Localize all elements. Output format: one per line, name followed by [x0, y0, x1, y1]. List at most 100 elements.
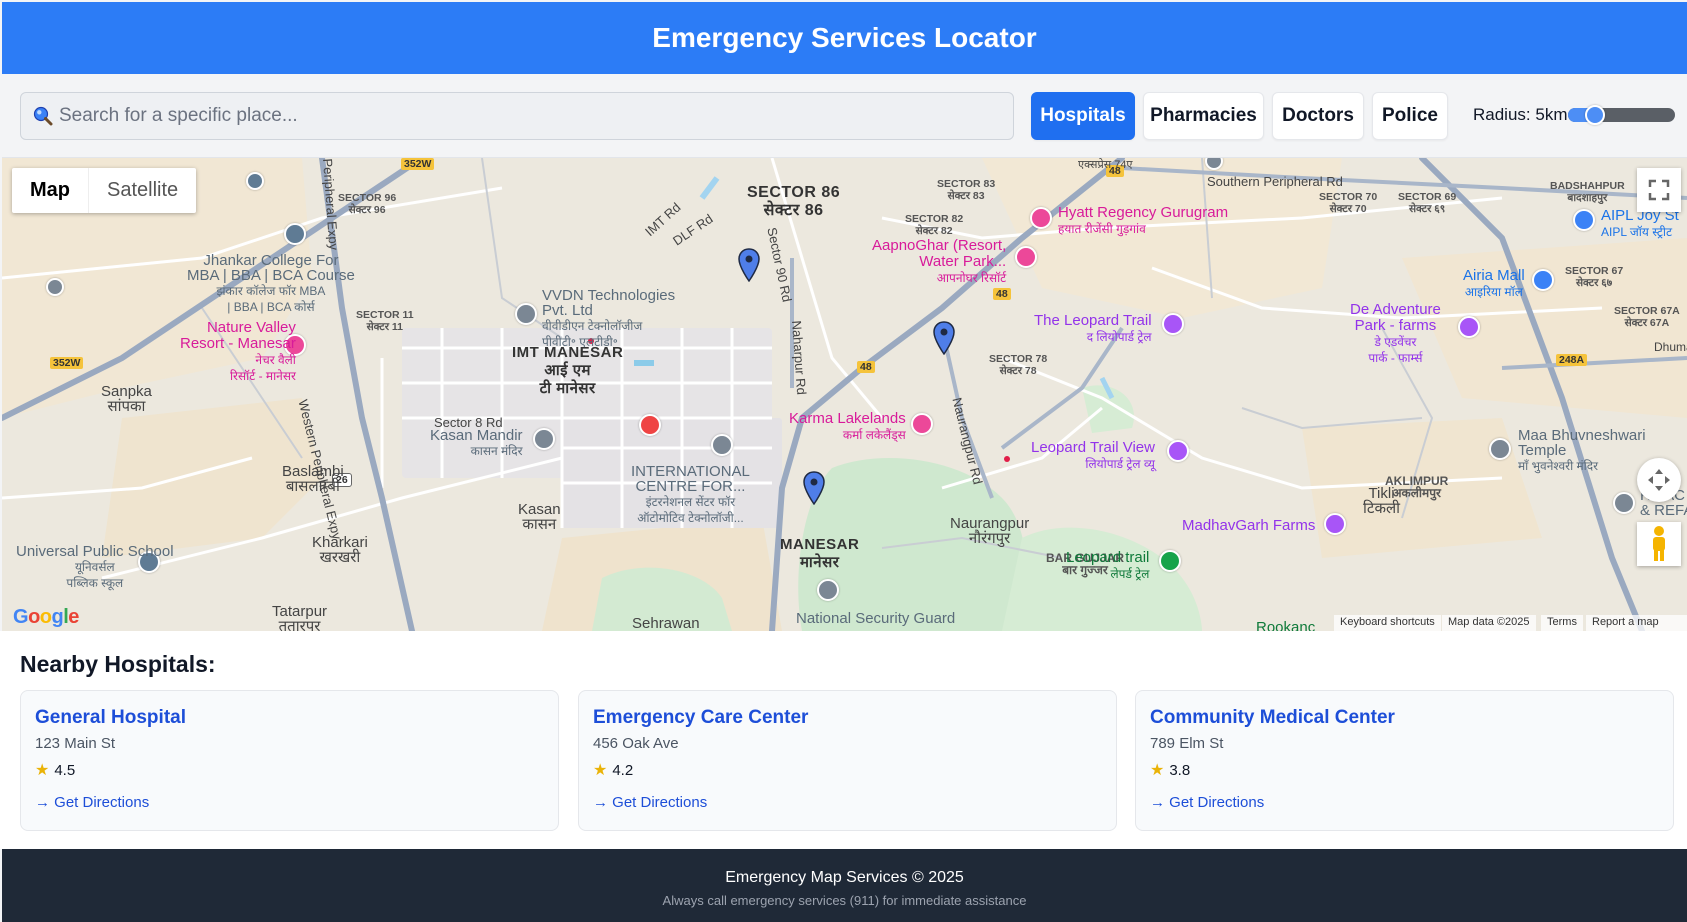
search-input[interactable] [59, 105, 999, 127]
area-label: BADSHAHPUR [1550, 180, 1625, 192]
area-label-hi: टी मानेसर [539, 380, 596, 397]
poi-label-hi: आपनोघर रिसॉर्ट [936, 271, 1007, 285]
hospital-name[interactable]: Emergency Care Center [593, 707, 1102, 729]
map-type-map-button[interactable]: Map [12, 168, 89, 213]
rating-value: 4.5 [54, 761, 76, 779]
poi-label: Leopard trail [1066, 549, 1150, 566]
area-label-hi: आई एम [544, 362, 591, 379]
poi-label: MadhavGarh Farms [1182, 517, 1316, 534]
shopping-icon[interactable] [1573, 209, 1595, 231]
camera-control-button[interactable] [1637, 458, 1681, 502]
google-logo[interactable]: Google [13, 606, 79, 629]
star-icon: ★ [35, 762, 50, 779]
camera-icon[interactable] [1162, 313, 1184, 335]
place-label-hi: सांपका [107, 398, 146, 415]
poi-label: AapnoGhar (Resort, [872, 237, 1007, 254]
category-button-police[interactable]: Police [1372, 92, 1448, 140]
government-icon[interactable] [817, 579, 839, 601]
category-button-hospitals[interactable]: Hospitals [1031, 92, 1135, 140]
hospital-rating: ★ 3.8 [1150, 760, 1659, 780]
poi-label: & REFA [1640, 502, 1687, 519]
category-button-pharmacies[interactable]: Pharmacies [1143, 92, 1264, 140]
hospital-result-marker[interactable] [803, 471, 825, 505]
shopping-icon[interactable] [1532, 269, 1554, 291]
hospital-rating: ★ 4.2 [593, 760, 1102, 780]
keyboard-shortcuts-link[interactable]: Keyboard shortcuts [1334, 615, 1441, 631]
road-label: एक्सप्रेस 74ए [1078, 159, 1133, 171]
temple-icon[interactable] [1489, 438, 1511, 460]
map-type-satellite-button[interactable]: Satellite [89, 168, 196, 213]
terms-link[interactable]: Terms [1541, 615, 1583, 631]
fullscreen-button[interactable] [1637, 168, 1681, 212]
poi-label: Nature Valley [206, 319, 296, 336]
temple-icon[interactable] [533, 428, 555, 450]
street-view-pegman-button[interactable] [1637, 522, 1681, 566]
hospital-result-marker[interactable] [933, 321, 955, 355]
area-label: SECTOR 82 [905, 213, 964, 225]
area-label-hi: मानेसर [799, 554, 840, 571]
area-label-hi: सेक्टर 86 [763, 202, 824, 219]
farm-icon[interactable] [1324, 513, 1346, 535]
hospital-address: 123 Main St [35, 735, 116, 752]
hospital-icon[interactable] [639, 414, 661, 436]
poi-label: De Adventure [1350, 301, 1441, 318]
hotel-icon[interactable] [1030, 207, 1052, 229]
poi-label-hi: वीवीडीएन टेक्नोलॉजीज [542, 319, 643, 333]
poi-label: Rookanc [1256, 619, 1316, 632]
park-icon[interactable] [1458, 316, 1480, 338]
location-pin-icon[interactable] [711, 434, 733, 456]
poi-label-hi: आइरिया मॉल [1464, 285, 1523, 299]
poi-label-hi: माँ भुवनेश्वरी मंदिर [1518, 459, 1599, 473]
poi-label: National Security Guard [796, 610, 956, 627]
hospital-result-marker[interactable] [738, 248, 760, 282]
hospital-card: Community Medical Center 789 Elm St ★ 3.8… [1135, 690, 1674, 831]
camera-icon[interactable] [1167, 440, 1189, 462]
hospital-address: 456 Oak Ave [593, 735, 679, 752]
poi-label-hi: पब्लिक स्कूल [66, 576, 124, 590]
resort-icon[interactable] [1015, 246, 1037, 268]
road-shield: 248A [1556, 354, 1588, 366]
poi-label-hi: झंकार कॉलेज फॉर MBA [216, 284, 326, 298]
area-label-hi: बादशाहपुर [1567, 192, 1608, 204]
map-data-attribution: Map data ©2025 [1442, 615, 1536, 631]
area-label-hi: सेक्टर 96 [348, 204, 386, 216]
hospital-card: Emergency Care Center 456 Oak Ave ★ 4.2 →… [578, 690, 1117, 831]
map-type-toggle: Map Satellite [12, 168, 197, 213]
results-section: Nearby Hospitals: General Hospital 123 M… [0, 631, 1687, 849]
location-pin-icon[interactable] [515, 303, 537, 325]
map-view[interactable]: 352W 352W 48 48 48 248A 26 SECTOR 86 सेक्… [2, 158, 1687, 631]
poi-label-hi: लेपर्ड ट्रेल [1110, 567, 1150, 581]
hospital-name[interactable]: Community Medical Center [1150, 707, 1659, 729]
location-pin-icon[interactable] [1613, 492, 1635, 514]
get-directions-link[interactable]: → Get Directions [593, 794, 1102, 811]
get-directions-link[interactable]: → Get Directions [1150, 794, 1659, 811]
radius-slider[interactable] [1568, 105, 1675, 125]
search-icon [33, 106, 53, 126]
school-icon[interactable] [284, 223, 306, 245]
report-map-error-link[interactable]: Report a map error [1586, 615, 1687, 631]
app-header: Emergency Services Locator [2, 2, 1687, 74]
poi-label: Leopard Trail View [1031, 439, 1155, 456]
poi-label-hi: नेचर वैली [255, 353, 296, 367]
hiking-icon[interactable] [1159, 550, 1181, 572]
category-button-doctors[interactable]: Doctors [1272, 92, 1364, 140]
search-box[interactable] [20, 92, 1014, 140]
area-label: SECTOR 78 [989, 353, 1048, 365]
page-title: Emergency Services Locator [652, 22, 1037, 53]
radius-slider-thumb[interactable] [1585, 105, 1606, 125]
bus-stop-icon[interactable] [46, 278, 64, 296]
bus-stop-icon[interactable] [246, 172, 264, 190]
poi-label: MBA | BBA | BCA Course [187, 267, 355, 284]
poi-label: Hyatt Regency Gurugram [1058, 204, 1229, 221]
road-shield: 352W [401, 158, 435, 170]
hospital-name[interactable]: General Hospital [35, 707, 544, 729]
poi-label-hi: पीवीटी॰ एलटीडी॰ [542, 335, 618, 349]
poi-label-hi: रिसॉर्ट - मानेसर [229, 369, 296, 383]
area-label-hi: अकलीमपुर [1392, 486, 1441, 500]
area-label: SECTOR 11 [356, 309, 414, 321]
get-directions-link[interactable]: → Get Directions [35, 794, 544, 811]
area-label: SECTOR 67A [1614, 305, 1680, 317]
area-label: SECTOR 86 [747, 184, 841, 201]
resort-icon[interactable] [911, 413, 933, 435]
star-icon: ★ [1150, 762, 1165, 779]
